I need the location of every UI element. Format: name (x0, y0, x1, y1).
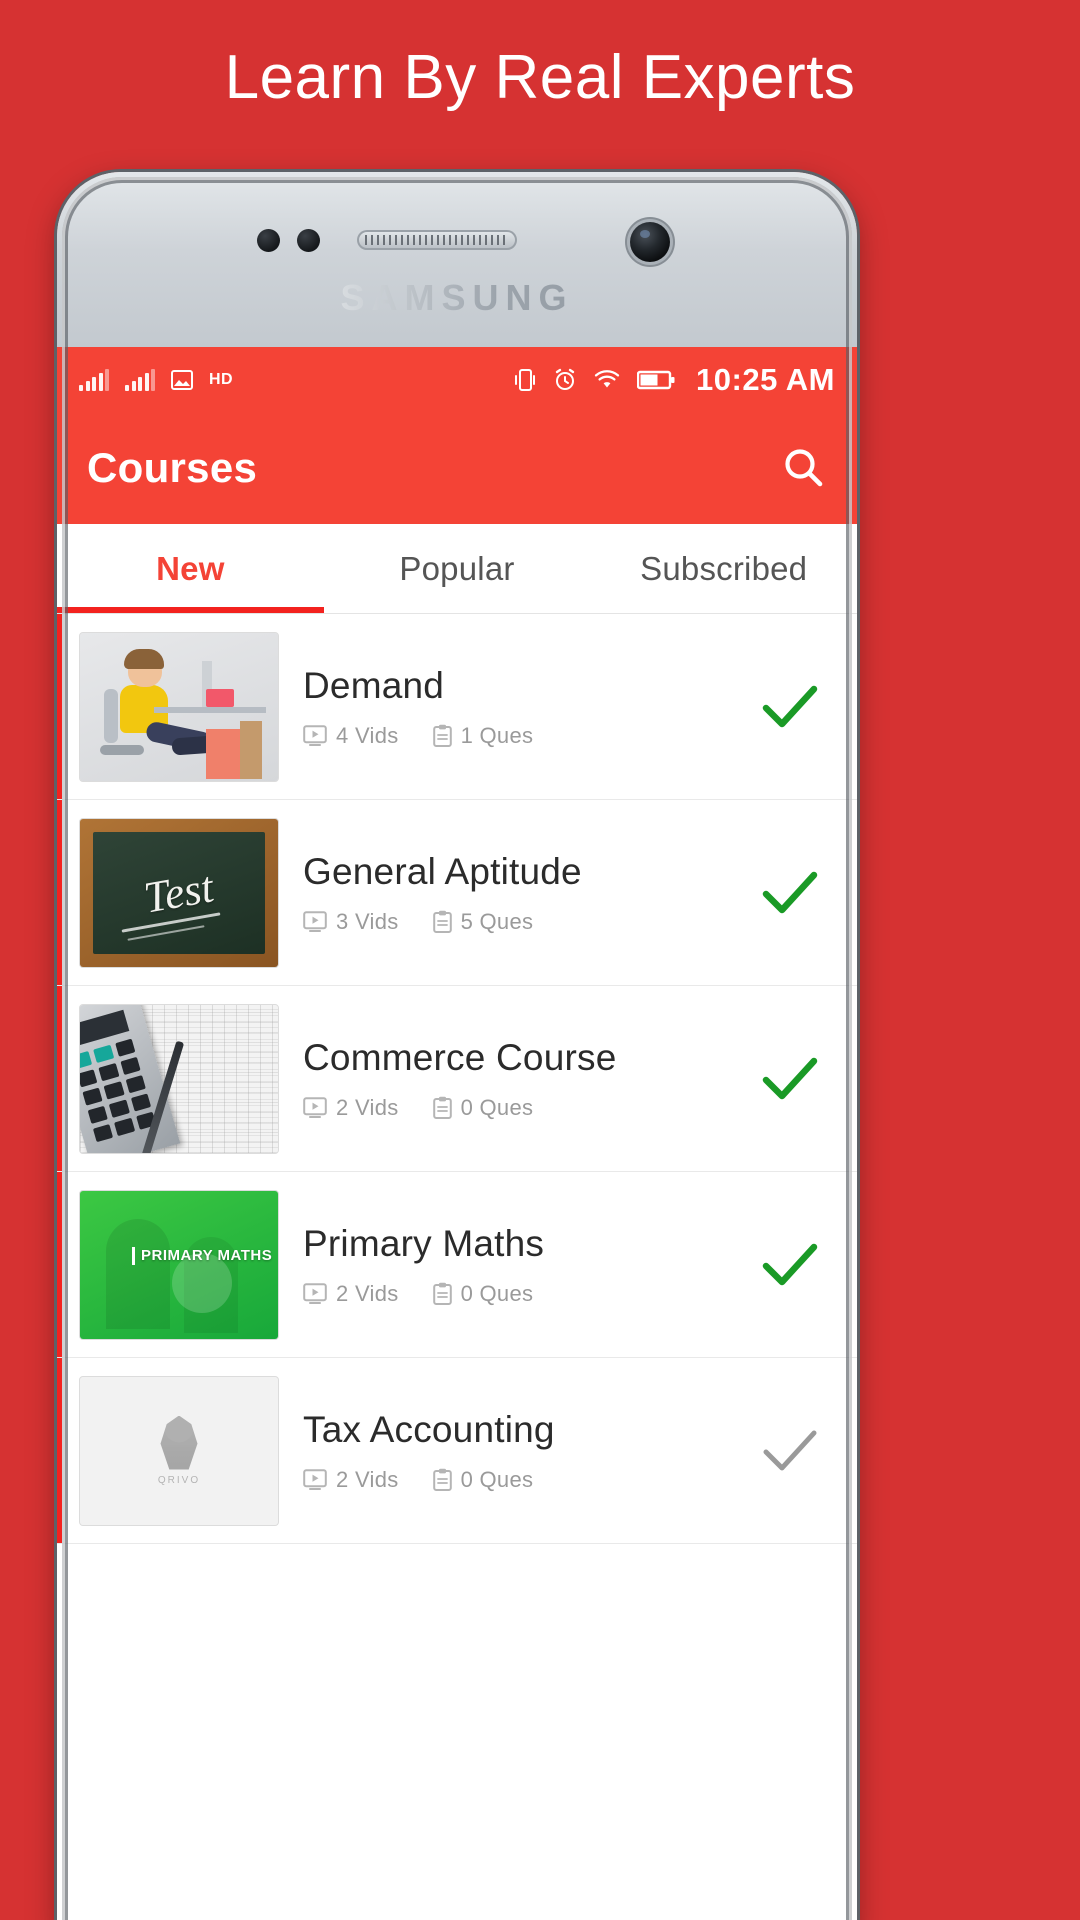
question-count-label: 0 Ques (460, 1280, 534, 1306)
row-accent-bar (57, 800, 62, 985)
wifi-icon (594, 369, 620, 387)
video-count-label: 2 Vids (336, 1094, 399, 1120)
page-title: Courses (87, 444, 258, 491)
video-count-label: 4 Vids (336, 722, 399, 748)
video-count: 3 Vids (303, 909, 399, 935)
video-count: 4 Vids (303, 723, 399, 749)
search-icon[interactable] (779, 444, 827, 492)
check-icon (762, 685, 818, 727)
row-accent-bar (57, 614, 62, 799)
tab-popular-label: Popular (399, 549, 515, 587)
course-meta: 3 Vids 5 Ques (303, 909, 755, 935)
question-count-label: 0 Ques (460, 1466, 534, 1492)
tab-subscribed[interactable]: Subscribed (590, 524, 857, 613)
row-accent-bar (57, 1172, 62, 1357)
course-thumbnail: Test (79, 817, 279, 968)
question-count: 5 Ques (432, 908, 534, 935)
app-bar: Courses (57, 412, 857, 524)
table-row[interactable]: QRIVO Tax Accounting 2 Vids 0 Ques (57, 1358, 857, 1544)
row-accent-bar (57, 986, 62, 1171)
table-row[interactable]: Test General Aptitude 3 Vids 5 Ques (57, 800, 857, 986)
video-icon (303, 1468, 327, 1490)
clipboard-icon (432, 1282, 452, 1305)
signal-bars-icon-sim2 (125, 368, 155, 391)
course-title: Tax Accounting (303, 1408, 555, 1450)
video-icon (303, 1282, 327, 1304)
video-count-label: 3 Vids (336, 908, 399, 934)
question-count-label: 5 Ques (460, 908, 534, 934)
question-count: 0 Ques (432, 1094, 534, 1121)
video-icon (303, 724, 327, 746)
phone-top-bezel: SAMSUNG (57, 172, 857, 347)
course-meta: 2 Vids 0 Ques (303, 1467, 755, 1493)
question-count: 1 Ques (432, 722, 534, 749)
row-accent-bar (57, 1358, 62, 1543)
status-badge[interactable] (755, 682, 825, 732)
table-row[interactable]: PRIMARY MATHS Primary Maths 2 Vids 0 Que… (57, 1172, 857, 1358)
question-count-label: 0 Ques (460, 1094, 534, 1120)
phone-mockup: SAMSUNG HD 10:25 AM Courses New Popular … (57, 172, 857, 1920)
status-badge[interactable] (755, 1240, 825, 1290)
status-badge[interactable] (755, 1054, 825, 1104)
status-bar-clock: 10:25 AM (696, 361, 835, 397)
check-icon (762, 1057, 818, 1099)
course-title: Commerce Course (303, 1036, 617, 1078)
status-badge[interactable] (755, 868, 825, 918)
battery-icon (637, 370, 675, 389)
video-count: 2 Vids (303, 1467, 399, 1493)
video-count: 2 Vids (303, 1281, 399, 1307)
question-count: 0 Ques (432, 1280, 534, 1307)
proximity-sensor-icon (257, 229, 280, 252)
question-count-label: 1 Ques (460, 722, 534, 748)
clipboard-icon (432, 1468, 452, 1491)
course-meta: 4 Vids 1 Ques (303, 723, 755, 749)
course-title: Primary Maths (303, 1222, 545, 1264)
video-count-label: 2 Vids (336, 1280, 399, 1306)
table-row[interactable]: Commerce Course 2 Vids 0 Ques (57, 986, 857, 1172)
active-tab-indicator (57, 607, 324, 613)
check-icon (762, 1243, 818, 1285)
thumbnail-text: QRIVO (157, 1474, 201, 1486)
clipboard-icon (432, 724, 452, 747)
course-meta: 2 Vids 0 Ques (303, 1281, 755, 1307)
video-count-label: 2 Vids (336, 1466, 399, 1492)
image-icon (171, 369, 193, 390)
device-brand-label: SAMSUNG (57, 277, 857, 319)
table-row[interactable]: Demand 4 Vids 1 Ques (57, 614, 857, 800)
tab-popular[interactable]: Popular (324, 524, 591, 613)
status-bar: HD 10:25 AM (57, 347, 857, 412)
course-meta: 2 Vids 0 Ques (303, 1095, 755, 1121)
clipboard-icon (432, 1096, 452, 1119)
tab-bar: New Popular Subscribed (57, 524, 857, 614)
thumbnail-text: PRIMARY MATHS (132, 1246, 272, 1266)
course-list[interactable]: Demand 4 Vids 1 Ques Test General Aptitu… (57, 614, 857, 1544)
front-camera-icon (630, 222, 670, 262)
check-icon (762, 871, 818, 913)
status-badge[interactable] (755, 1426, 825, 1476)
course-thumbnail (79, 631, 279, 782)
tab-new-label: New (156, 549, 225, 587)
course-title: Demand (303, 664, 445, 706)
course-thumbnail: PRIMARY MATHS (79, 1189, 279, 1340)
question-count: 0 Ques (432, 1466, 534, 1493)
tab-subscribed-label: Subscribed (640, 549, 808, 587)
alarm-icon (555, 368, 575, 390)
logo-icon (160, 1415, 198, 1470)
course-thumbnail (79, 1003, 279, 1154)
vibrate-icon (515, 368, 536, 391)
course-title: General Aptitude (303, 850, 582, 892)
signal-bars-icon-sim1 (79, 368, 109, 391)
earpiece-speaker (357, 230, 517, 250)
video-icon (303, 1096, 327, 1118)
phone-screen: HD 10:25 AM Courses New Popular Subscrib… (57, 347, 857, 1920)
video-icon (303, 910, 327, 932)
video-count: 2 Vids (303, 1095, 399, 1121)
tab-new[interactable]: New (57, 524, 324, 613)
light-sensor-icon (297, 229, 320, 252)
promo-headline: Learn By Real Experts (224, 43, 856, 112)
hd-icon: HD (209, 370, 234, 388)
check-icon (763, 1430, 817, 1470)
clipboard-icon (432, 910, 452, 933)
course-thumbnail: QRIVO (79, 1375, 279, 1526)
